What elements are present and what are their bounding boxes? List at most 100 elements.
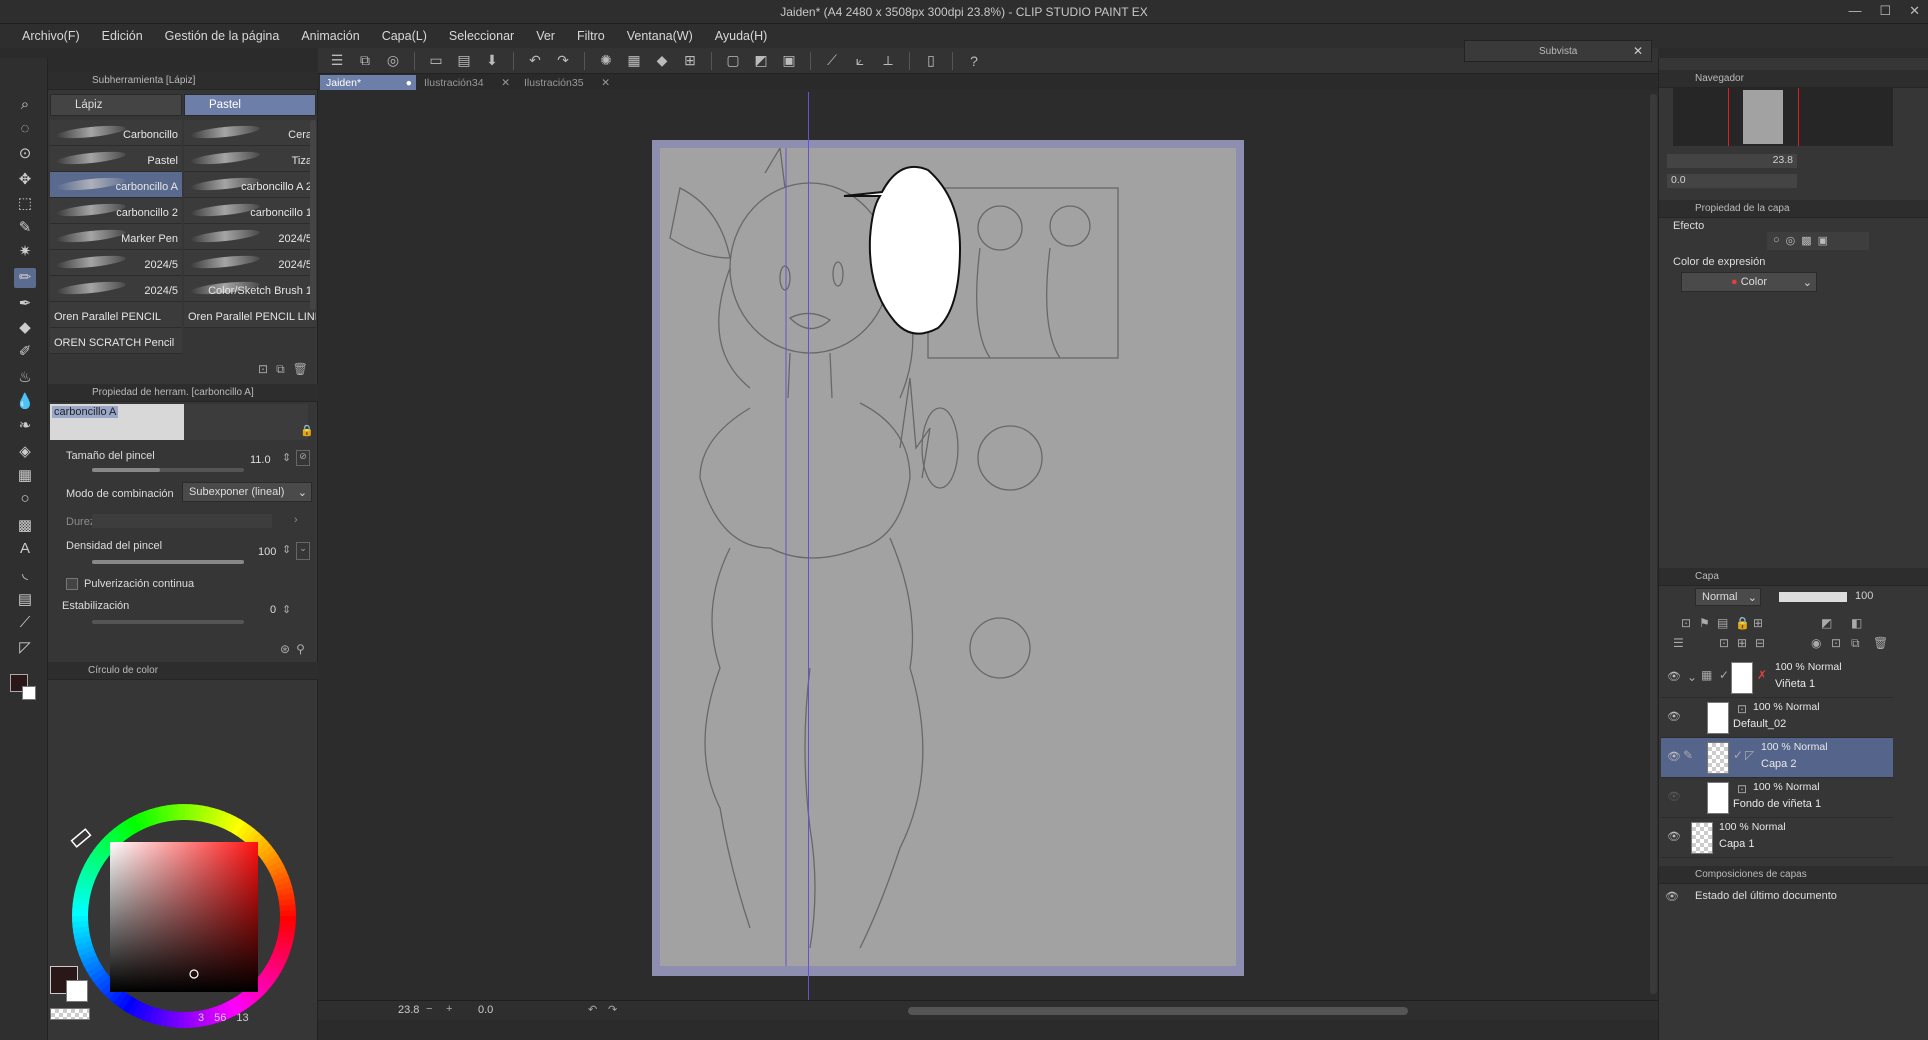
crop-icon[interactable]: ◩ bbox=[750, 51, 772, 71]
menu-icon[interactable]: ☰ bbox=[326, 51, 348, 71]
continuous-spray-checkbox[interactable] bbox=[66, 578, 78, 590]
pen-tool-icon[interactable]: ✒ bbox=[14, 294, 36, 314]
hardness-slider[interactable] bbox=[92, 514, 272, 528]
layer-row[interactable]: 👁 ⊡ 100 % Normal Default_02 bbox=[1661, 698, 1893, 738]
brush-item[interactable]: carboncillo A bbox=[50, 172, 182, 198]
layer-row[interactable]: 👁 ⊡ 100 % Normal Fondo de viñeta 1 bbox=[1661, 778, 1893, 818]
delete-subtool-icon[interactable]: 🗑 bbox=[293, 362, 308, 377]
move-tool-icon[interactable]: ✥ bbox=[14, 170, 36, 190]
open-file-icon[interactable]: ▤ bbox=[453, 51, 475, 71]
airbrush-tool-icon[interactable]: ♨ bbox=[14, 368, 36, 388]
rotation-value[interactable]: 0.0 bbox=[478, 1004, 493, 1016]
eye-icon[interactable]: 👁 bbox=[1667, 830, 1681, 843]
layer-comp-item[interactable]: 👁 Estado del último documento bbox=[1659, 886, 1899, 908]
mask-icon[interactable]: ◧ bbox=[1851, 616, 1862, 630]
pressure-icon[interactable]: ⊘ bbox=[296, 450, 310, 466]
brush-tool-icon[interactable]: ✐ bbox=[14, 342, 36, 362]
color-wheel[interactable] bbox=[50, 712, 320, 1040]
expression-color-select[interactable]: ● Color ⌄ bbox=[1681, 272, 1817, 292]
gradient-tool-icon[interactable]: ▩ bbox=[14, 516, 36, 536]
menu-gestion-pagina[interactable]: Gestión de la página bbox=[165, 29, 280, 43]
figure-tool-icon[interactable]: ○ bbox=[14, 490, 36, 510]
fill-icon[interactable]: ◆ bbox=[651, 51, 673, 71]
menu-ventana[interactable]: Ventana(W) bbox=[627, 29, 693, 43]
special-ruler-icon[interactable]: ⟂ bbox=[877, 51, 899, 71]
auto-select-tool-icon[interactable]: ✷ bbox=[14, 242, 36, 262]
sub-color-swatch[interactable] bbox=[22, 686, 36, 700]
layer-list-icon[interactable]: ☰ bbox=[1673, 636, 1684, 650]
brush-item[interactable]: 2024/5 bbox=[184, 250, 316, 276]
zoom-out-icon[interactable]: − bbox=[426, 1003, 432, 1015]
navigator-preview[interactable] bbox=[1673, 88, 1893, 146]
frame-tool-icon[interactable]: ▦ bbox=[14, 466, 36, 486]
device-icon[interactable]: ▯ bbox=[920, 51, 942, 71]
speech-balloon[interactable] bbox=[843, 165, 962, 335]
undo-icon[interactable]: ↶ bbox=[524, 51, 546, 71]
brush-size-stepper[interactable]: ⇕ bbox=[282, 451, 291, 464]
navigator-rotation-slider[interactable]: 0.0 bbox=[1667, 174, 1797, 188]
eye-icon[interactable]: 👁 bbox=[1667, 670, 1681, 683]
loading-icon[interactable]: ✺ bbox=[595, 51, 617, 71]
brush-item[interactable]: OREN SCRATCH Pencil bbox=[50, 328, 182, 354]
brush-item[interactable]: carboncillo A 2 bbox=[184, 172, 316, 198]
apply-mask-icon[interactable]: ⊡ bbox=[1831, 636, 1841, 650]
new-layer-icon[interactable]: ⧉ bbox=[354, 51, 376, 71]
transparent-color[interactable] bbox=[50, 1008, 90, 1020]
redo-icon[interactable]: ↷ bbox=[552, 51, 574, 71]
navigator-zoom-slider[interactable]: 23.8 bbox=[1667, 154, 1797, 168]
texture-effect-icon[interactable]: ▩ bbox=[1801, 234, 1811, 248]
menu-seleccionar[interactable]: Seleccionar bbox=[449, 29, 514, 43]
new-file-icon[interactable]: ▭ bbox=[425, 51, 447, 71]
brush-item[interactable]: Pastel bbox=[50, 146, 182, 172]
close-tab-icon[interactable]: ✕ bbox=[601, 77, 610, 89]
eye-icon[interactable]: 👁 bbox=[1667, 750, 1681, 763]
canvas-horizontal-scrollbar[interactable] bbox=[908, 1007, 1408, 1015]
sub-color[interactable] bbox=[66, 980, 88, 1002]
stabilization-stepper[interactable]: ⇕ bbox=[282, 603, 291, 616]
transform-icon[interactable]: ⊞ bbox=[679, 51, 701, 71]
duplicate-subtool-icon[interactable]: ⧉ bbox=[276, 362, 285, 377]
selection-tool-icon[interactable]: ⬚ bbox=[14, 194, 36, 214]
chevron-down-icon[interactable]: ⌄ bbox=[1687, 670, 1697, 684]
hue-handle[interactable] bbox=[70, 828, 92, 848]
brush-item[interactable]: 2024/5 bbox=[50, 250, 182, 276]
close-icon[interactable]: ✕ bbox=[1633, 44, 1643, 58]
merge-down-icon[interactable]: ⧉ bbox=[1851, 636, 1860, 651]
delete-layer-icon[interactable]: 🗑 bbox=[1873, 636, 1888, 650]
brush-density-stepper[interactable]: ⇕ bbox=[282, 543, 291, 556]
save-icon[interactable]: ⬇ bbox=[481, 51, 503, 71]
layer-row[interactable]: 👁 ⌄ ▦ ✓ ✗ 100 % Normal Viñeta 1 bbox=[1661, 658, 1893, 698]
reset-icon[interactable]: ⊛ bbox=[280, 642, 290, 656]
menu-animacion[interactable]: Animación bbox=[301, 29, 359, 43]
close-tab-icon[interactable]: ✕ bbox=[501, 77, 510, 89]
brush-item[interactable]: Marker Pen bbox=[50, 224, 182, 250]
minimize-button[interactable]: — bbox=[1848, 3, 1861, 19]
fill-tool-icon[interactable]: ◈ bbox=[14, 442, 36, 462]
draft-layer-icon[interactable]: ▤ bbox=[1717, 616, 1728, 630]
blend-mode-select[interactable]: Subexponer (lineal) ⌄ bbox=[182, 482, 312, 502]
ruler-tool-icon[interactable]: ▤ bbox=[14, 590, 36, 610]
layer-color-icon[interactable]: ▣ bbox=[1818, 234, 1828, 248]
subview-window[interactable]: Subvista ✕ bbox=[1464, 40, 1652, 62]
brush-item[interactable]: carboncillo 2 bbox=[50, 198, 182, 224]
invert-icon[interactable]: ▣ bbox=[778, 51, 800, 71]
new-folder-icon[interactable]: ⊟ bbox=[1755, 636, 1765, 650]
eyedropper-tool-icon[interactable]: ✎ bbox=[14, 218, 36, 238]
reference-layer-icon[interactable]: ⚑ bbox=[1699, 616, 1710, 630]
brush-item[interactable]: Tiza bbox=[184, 146, 316, 172]
lock-transparency-icon[interactable]: ⊞ bbox=[1753, 616, 1763, 630]
layer-opacity-slider[interactable] bbox=[1779, 592, 1847, 602]
clip-studio-icon[interactable]: ◎ bbox=[382, 51, 404, 71]
menu-filtro[interactable]: Filtro bbox=[577, 29, 605, 43]
brush-density-value[interactable]: 100 bbox=[258, 546, 276, 558]
layer-opacity-value[interactable]: 100 bbox=[1855, 590, 1873, 602]
stabilization-value[interactable]: 0 bbox=[270, 604, 276, 616]
brush-density-slider[interactable] bbox=[92, 560, 244, 564]
correct-line-tool-icon[interactable]: ⟋ bbox=[14, 614, 36, 634]
menu-ver[interactable]: Ver bbox=[536, 29, 555, 43]
eye-hidden-icon[interactable]: 👁 bbox=[1667, 790, 1681, 803]
layer-blend-select[interactable]: Normal ⌄ bbox=[1695, 588, 1761, 606]
brush-item[interactable]: 2024/5 bbox=[50, 276, 182, 302]
maximize-button[interactable]: ☐ bbox=[1879, 3, 1891, 19]
brush-item[interactable]: 2024/5 bbox=[184, 224, 316, 250]
